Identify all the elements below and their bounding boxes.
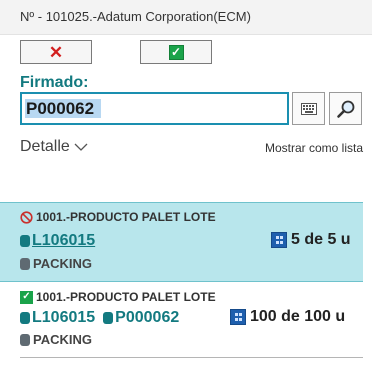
quantity: 100 de 100 u <box>230 308 345 326</box>
search-button[interactable] <box>329 92 362 125</box>
keyboard-icon <box>300 102 317 115</box>
window-title: Nº - 101025.-Adatum Corporation(ECM) <box>20 9 251 24</box>
product-row: 1001.-PRODUCTO PALET LOTE <box>20 210 216 224</box>
close-icon: ✕ <box>48 42 64 62</box>
packing-text: PACKING <box>33 332 92 347</box>
packing-row: PACKING <box>20 332 92 347</box>
packing-row: PACKING <box>20 256 92 271</box>
product-name: 1001.-PRODUCTO PALET LOTE <box>36 290 216 304</box>
lot-row: L106015 P000062 <box>20 309 179 327</box>
quantity: 5 de 5 u <box>271 231 351 249</box>
lot-icon <box>20 312 30 324</box>
product-name: 1001.-PRODUCTO PALET LOTE <box>36 210 216 224</box>
search-icon <box>336 100 354 118</box>
packing-icon <box>20 257 30 270</box>
checkmark-icon: ✓ <box>168 44 184 60</box>
lot-number: L106015 <box>32 309 96 326</box>
title-bar: Nº - 101025.-Adatum Corporation(ECM) <box>0 0 372 35</box>
pallet-icon <box>103 312 114 324</box>
detalle-toggle[interactable]: Detalle <box>20 138 88 156</box>
lot-icon <box>20 235 30 247</box>
firmado-input[interactable] <box>22 94 287 123</box>
chevron-down-icon <box>74 143 88 151</box>
firmado-label: Firmado: <box>20 74 89 91</box>
quantity-text: 100 de 100 u <box>250 308 346 325</box>
cancel-button[interactable]: ✕ <box>20 40 92 64</box>
list-item[interactable]: ✓ 1001.-PRODUCTO PALET LOTE L106015 P000… <box>20 284 363 358</box>
detalle-label: Detalle <box>20 138 70 155</box>
confirm-button[interactable]: ✓ <box>140 40 212 64</box>
show-as-list-link[interactable]: Mostrar como lista <box>265 141 363 155</box>
product-row: ✓ 1001.-PRODUCTO PALET LOTE <box>20 290 216 304</box>
firmado-field-wrapper <box>20 92 289 125</box>
lot-number: L106015 <box>32 232 96 249</box>
lot-link[interactable]: L106015 <box>20 309 95 327</box>
packing-icon <box>20 333 30 346</box>
packing-text: PACKING <box>33 256 92 271</box>
lot-row: L106015 <box>20 232 95 250</box>
blocked-icon <box>20 210 33 224</box>
pallet-number: P000062 <box>115 309 180 326</box>
keyboard-button[interactable] <box>292 92 325 125</box>
pallet-link[interactable]: P000062 <box>103 309 179 327</box>
quantity-icon <box>271 232 287 248</box>
checkmark-icon: ✓ <box>20 290 33 304</box>
list-item[interactable]: 1001.-PRODUCTO PALET LOTE L106015 5 de 5… <box>0 202 363 282</box>
lot-link[interactable]: L106015 <box>20 232 95 250</box>
quantity-icon <box>230 309 246 325</box>
quantity-text: 5 de 5 u <box>291 231 351 248</box>
